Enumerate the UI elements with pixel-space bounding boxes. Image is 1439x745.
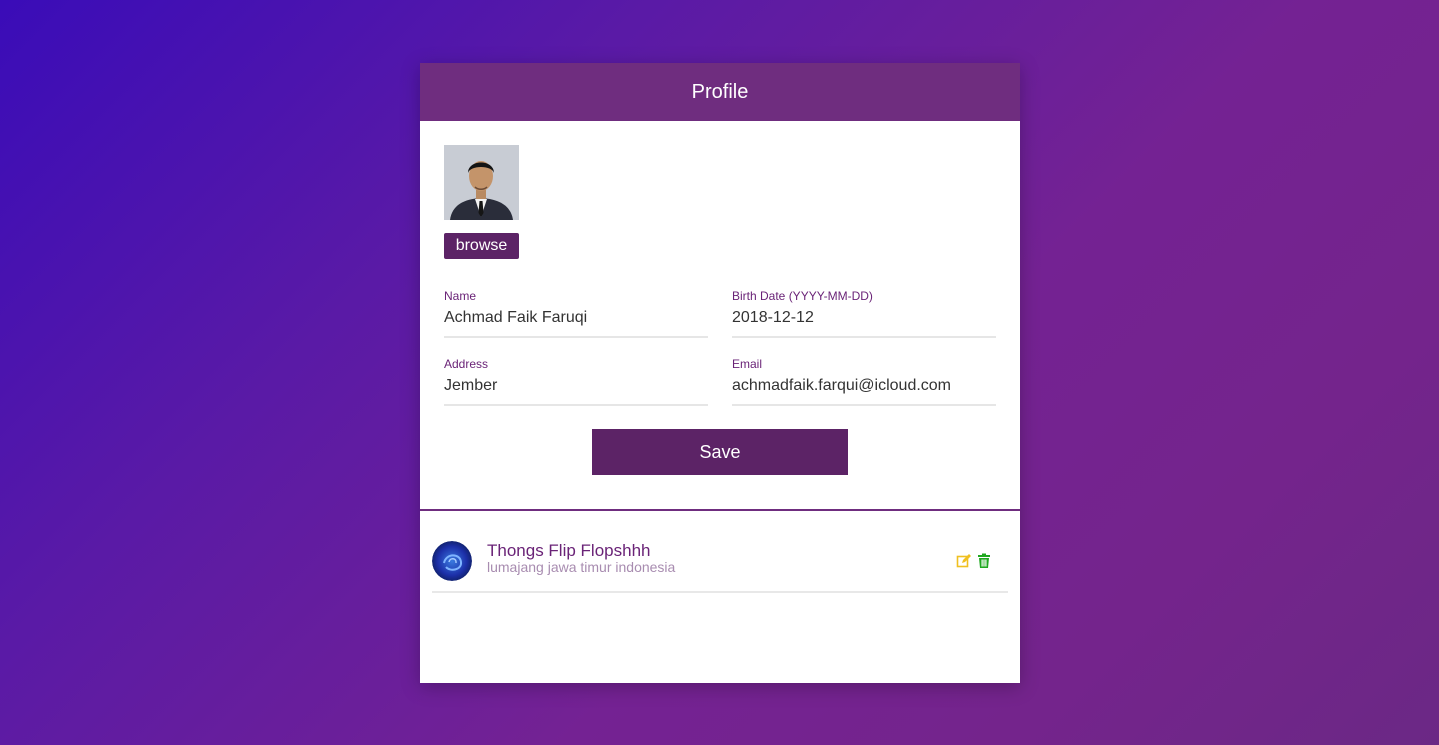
section-divider [420,509,1020,511]
name-input[interactable]: Achmad Faik Faruqi [444,308,708,338]
page-title: Profile [691,80,749,103]
name-label: Name [444,289,477,303]
edit-icon[interactable] [956,553,972,569]
list-item[interactable]: Thongs Flip Flopshhh lumajang jawa timur… [432,537,1008,593]
name-field[interactable]: Name Achmad Faik Faruqi [444,289,708,338]
profile-card: Profile browse Name Achmad Faik Faruqi B… [420,63,1020,683]
card-header: Profile [420,63,1020,121]
item-subtitle: lumajang jawa timur indonesia [487,559,676,575]
address-field[interactable]: Address Jember [444,357,708,406]
item-avatar [432,541,472,581]
email-field[interactable]: Email achmadfaik.farqui@icloud.com [732,357,996,406]
trash-icon[interactable] [976,553,992,569]
birth-date-field[interactable]: Birth Date (YYYY-MM-DD) 2018-12-12 [732,289,996,338]
person-photo-icon [444,145,519,220]
browse-button[interactable]: browse [444,233,519,259]
item-actions [956,553,992,569]
rose-image-icon [432,541,472,581]
email-input[interactable]: achmadfaik.farqui@icloud.com [732,376,996,406]
birth-date-label: Birth Date (YYYY-MM-DD) [732,289,873,303]
item-title: Thongs Flip Flopshhh [487,541,651,560]
save-button[interactable]: Save [592,429,848,475]
address-input[interactable]: Jember [444,376,708,406]
profile-photo [444,145,519,220]
address-label: Address [444,357,489,371]
birth-date-input[interactable]: 2018-12-12 [732,308,996,338]
email-label: Email [732,357,763,371]
